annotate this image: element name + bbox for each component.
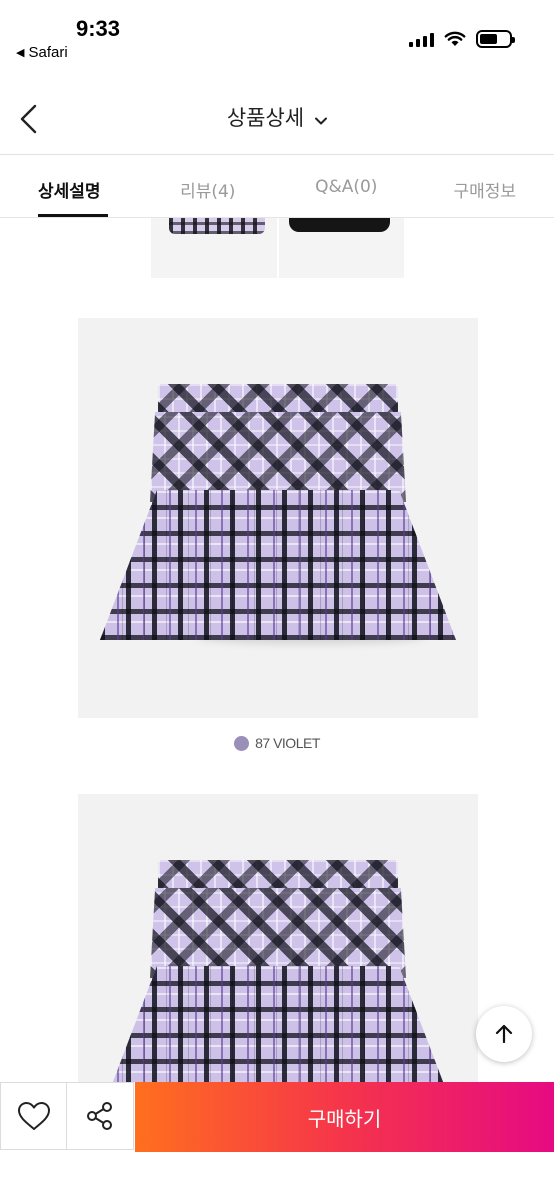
- scroll-to-top-button[interactable]: [476, 1006, 532, 1062]
- color-swatch: [234, 735, 250, 751]
- back-triangle-icon: ◀: [16, 47, 25, 59]
- title-dropdown[interactable]: 상품상세: [0, 102, 554, 132]
- status-bar: 9:33 ◀ Safari: [0, 0, 554, 70]
- share-icon: [87, 1102, 112, 1130]
- purchase-bar: 구매하기: [0, 1082, 554, 1152]
- color-name: 87 VIOLET: [255, 735, 320, 751]
- chevron-down-icon: [315, 117, 328, 124]
- tab-description[interactable]: 상세설명: [0, 155, 139, 217]
- thumbnail-violet[interactable]: [151, 218, 277, 278]
- tab-purchase-info[interactable]: 구매정보: [416, 155, 554, 217]
- back-app-label: Safari: [28, 44, 68, 61]
- buy-button[interactable]: 구매하기: [135, 1082, 554, 1152]
- system-icons: [409, 30, 515, 48]
- heart-icon: [17, 1102, 50, 1130]
- home-indicator-area: [0, 1152, 554, 1200]
- back-to-safari[interactable]: ◀ Safari: [16, 44, 68, 61]
- tab-reviews[interactable]: 리뷰(4): [139, 155, 278, 217]
- page-title: 상품상세: [226, 106, 305, 130]
- color-thumbnails: [151, 218, 404, 278]
- arrow-up-icon: [495, 1024, 513, 1044]
- page-header: 상품상세: [0, 86, 554, 152]
- product-image-violet: [78, 318, 478, 718]
- battery-icon: [476, 30, 515, 48]
- share-button[interactable]: [67, 1082, 134, 1150]
- cellular-signal-icon: [409, 31, 434, 47]
- thumbnail-black[interactable]: [278, 218, 404, 278]
- wifi-icon: [444, 31, 466, 46]
- detail-tabs: 상세설명 리뷰(4) Q&A(0) 구매정보: [0, 155, 554, 217]
- wishlist-button[interactable]: [0, 1082, 67, 1150]
- status-time: 9:33: [76, 16, 121, 41]
- tab-qna[interactable]: Q&A(0): [277, 155, 416, 217]
- color-option-label: 87 VIOLET: [0, 735, 554, 751]
